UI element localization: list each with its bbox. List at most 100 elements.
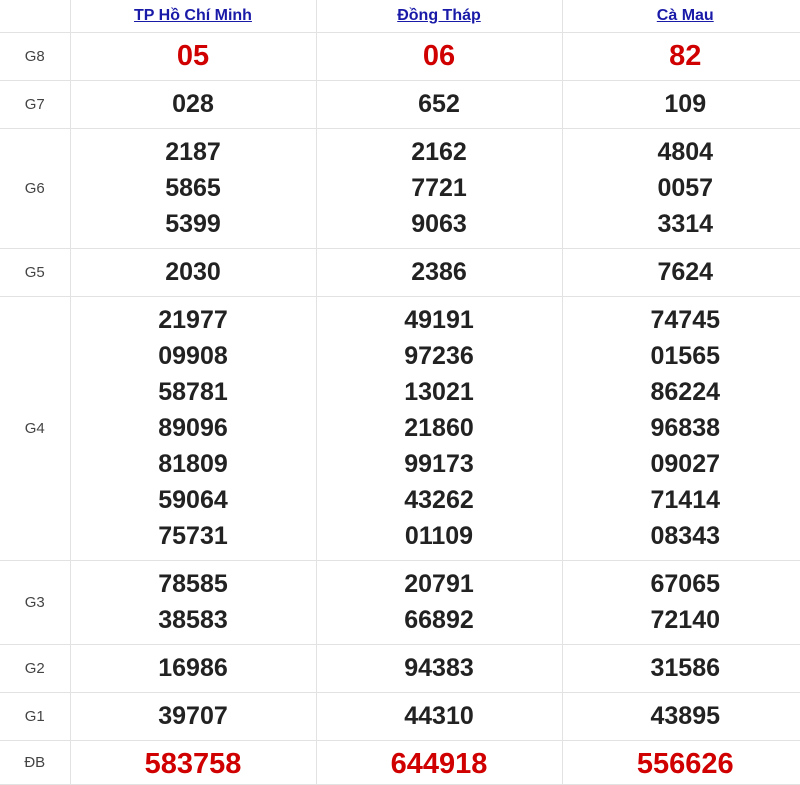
- winning-number: 96838: [563, 410, 800, 446]
- winning-number: 4804: [563, 134, 800, 170]
- prize-row-g3: G3785853858320791668926706572140: [0, 561, 800, 645]
- prize-cell: 82: [562, 33, 800, 81]
- prize-cell: 21977099085878189096818095906475731: [70, 297, 316, 561]
- winning-number: 78585: [71, 566, 316, 602]
- header-row: TP Hồ Chí Minh Đồng Tháp Cà Mau: [0, 0, 800, 33]
- results-body: G8050682G7028652109G62187586553992162772…: [0, 33, 800, 785]
- winning-number: 39707: [71, 698, 316, 734]
- prize-row-g2: G2169869438331586: [0, 645, 800, 693]
- winning-number: 9063: [317, 206, 562, 242]
- province-header: TP Hồ Chí Minh: [70, 0, 316, 33]
- winning-number: 99173: [317, 446, 562, 482]
- prize-label: G3: [0, 561, 70, 645]
- prize-cell: 39707: [70, 693, 316, 741]
- winning-number: 74745: [563, 302, 800, 338]
- winning-number: 89096: [71, 410, 316, 446]
- province-link-ca-mau[interactable]: Cà Mau: [657, 7, 714, 24]
- winning-number: 01109: [317, 518, 562, 554]
- winning-number: 09908: [71, 338, 316, 374]
- winning-number: 38583: [71, 602, 316, 638]
- prize-row-g8: G8050682: [0, 33, 800, 81]
- winning-number: 5865: [71, 170, 316, 206]
- winning-number: 652: [317, 86, 562, 122]
- prize-cell: 218758655399: [70, 129, 316, 249]
- winning-number: 0057: [563, 170, 800, 206]
- prize-label: G1: [0, 693, 70, 741]
- winning-number: 13021: [317, 374, 562, 410]
- winning-number: 08343: [563, 518, 800, 554]
- winning-number: 20791: [317, 566, 562, 602]
- prize-cell: 05: [70, 33, 316, 81]
- winning-number: 59064: [71, 482, 316, 518]
- winning-number: 82: [563, 38, 800, 74]
- winning-number: 21860: [317, 410, 562, 446]
- prize-label: G6: [0, 129, 70, 249]
- prize-cell: 7624: [562, 249, 800, 297]
- winning-number: 06: [317, 38, 562, 74]
- winning-number: 3314: [563, 206, 800, 242]
- prize-label: G4: [0, 297, 70, 561]
- winning-number: 43895: [563, 698, 800, 734]
- winning-number: 21977: [71, 302, 316, 338]
- province-header: Cà Mau: [562, 0, 800, 33]
- prize-label: G2: [0, 645, 70, 693]
- winning-number: 43262: [317, 482, 562, 518]
- prize-cell: 16986: [70, 645, 316, 693]
- winning-number: 2187: [71, 134, 316, 170]
- winning-number: 72140: [563, 602, 800, 638]
- winning-number: 49191: [317, 302, 562, 338]
- winning-number: 109: [563, 86, 800, 122]
- prize-cell: 43895: [562, 693, 800, 741]
- winning-number: 2030: [71, 254, 316, 290]
- prize-label: G7: [0, 81, 70, 129]
- header-corner: [0, 0, 70, 33]
- winning-number: 86224: [563, 374, 800, 410]
- winning-number: 16986: [71, 650, 316, 686]
- prize-row-g6: G6218758655399216277219063480400573314: [0, 129, 800, 249]
- winning-number: 31586: [563, 650, 800, 686]
- winning-number: 028: [71, 86, 316, 122]
- prize-cell: 2030: [70, 249, 316, 297]
- winning-number: 09027: [563, 446, 800, 482]
- province-header: Đồng Tháp: [316, 0, 562, 33]
- winning-number: 58781: [71, 374, 316, 410]
- prize-cell: 028: [70, 81, 316, 129]
- winning-number: 05: [71, 38, 316, 74]
- prize-cell: 44310: [316, 693, 562, 741]
- prize-cell: 6706572140: [562, 561, 800, 645]
- winning-number: 44310: [317, 698, 562, 734]
- prize-row-g5: G5203023867624: [0, 249, 800, 297]
- winning-number: 71414: [563, 482, 800, 518]
- prize-cell: 109: [562, 81, 800, 129]
- winning-number: 94383: [317, 650, 562, 686]
- winning-number: 01565: [563, 338, 800, 374]
- prize-cell: 7858538583: [70, 561, 316, 645]
- province-link-dong-thap[interactable]: Đồng Tháp: [397, 7, 481, 24]
- province-link-tp-ho-chi-minh[interactable]: TP Hồ Chí Minh: [134, 7, 252, 24]
- prize-cell: 480400573314: [562, 129, 800, 249]
- winning-number: 97236: [317, 338, 562, 374]
- winning-number: 5399: [71, 206, 316, 242]
- winning-number: 7624: [563, 254, 800, 290]
- winning-number: 75731: [71, 518, 316, 554]
- prize-label: G5: [0, 249, 70, 297]
- prize-cell: 2079166892: [316, 561, 562, 645]
- winning-number: 2386: [317, 254, 562, 290]
- winning-number: 583758: [71, 746, 316, 782]
- prize-label: G8: [0, 33, 70, 81]
- winning-number: 556626: [563, 746, 800, 782]
- winning-number: 7721: [317, 170, 562, 206]
- prize-cell: 94383: [316, 645, 562, 693]
- prize-cell: 49191972361302121860991734326201109: [316, 297, 562, 561]
- prize-cell: 74745015658622496838090277141408343: [562, 297, 800, 561]
- winning-number: 67065: [563, 566, 800, 602]
- lottery-results-table: TP Hồ Chí Minh Đồng Tháp Cà Mau G8050682…: [0, 0, 800, 785]
- prize-cell: 06: [316, 33, 562, 81]
- prize-cell: 216277219063: [316, 129, 562, 249]
- winning-number: 644918: [317, 746, 562, 782]
- winning-number: 81809: [71, 446, 316, 482]
- prize-row-g4: G421977099085878189096818095906475731491…: [0, 297, 800, 561]
- prize-cell: 31586: [562, 645, 800, 693]
- winning-number: 2162: [317, 134, 562, 170]
- prize-cell: 652: [316, 81, 562, 129]
